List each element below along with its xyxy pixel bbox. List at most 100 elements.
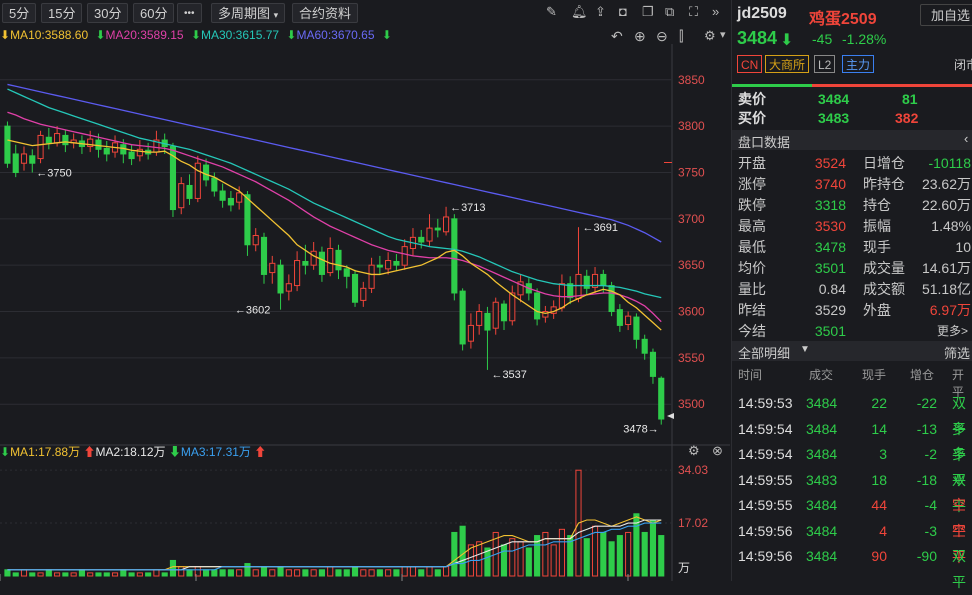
stat-label: 成交量 (863, 260, 905, 276)
camera-icon[interactable]: ◘ (619, 4, 627, 19)
volume-bar (277, 566, 284, 577)
panel-header: 盘口数据 ‹ (732, 130, 972, 150)
draw-pen-icon[interactable]: ✎ (546, 4, 557, 20)
stat-label: 持仓 (863, 197, 891, 213)
detail-title[interactable]: 全部明细 (738, 343, 790, 362)
volume-bar (451, 531, 458, 577)
ma30-line (7, 88, 662, 299)
stats-row: 跌停 3318 持仓 22.60万 (732, 195, 972, 216)
filter-button[interactable]: 筛选 (944, 343, 970, 362)
trade-cell: 14:59:54 (738, 446, 793, 462)
volume-bar (111, 572, 119, 577)
stat-label: 今结 (738, 323, 766, 339)
detail-header: 全部明细 ▼ 筛选 (732, 341, 972, 361)
candle-body (269, 262, 276, 274)
ma20-arrow-icon: ⬇ (95, 28, 106, 42)
volume-bar (260, 566, 268, 577)
chart-type-icon[interactable]: ⫿ (679, 28, 683, 45)
period-15min-button[interactable]: 15分 (41, 3, 83, 23)
stat-label: 成交额 (863, 281, 905, 297)
vol-ma2-arrow-icon: ⬆ (83, 445, 96, 459)
candle-series (4, 121, 665, 425)
trade-cell: -3 (924, 522, 937, 539)
price-change: -45 (812, 31, 833, 47)
fit-screen-icon[interactable]: ⛶ (689, 4, 698, 20)
volume-bar (87, 572, 94, 577)
stat-value: 3524 (814, 155, 846, 171)
candle-body (20, 153, 28, 164)
volume-settings-icon[interactable]: ⚙ (688, 443, 700, 459)
indicator-dropdown-icon[interactable]: ▾ (720, 28, 726, 41)
detail-dropdown-icon[interactable]: ▼ (800, 344, 810, 355)
volume-bar (443, 566, 450, 577)
stats-row: 开盘 3524 日增仓 -10118 (732, 153, 972, 174)
trade-cell: -13 (916, 420, 937, 437)
trade-cell: 22 (871, 395, 887, 411)
multi-period-button[interactable]: 多周期图 ▾ (211, 3, 286, 23)
undo-icon[interactable]: ↶ (611, 28, 623, 45)
trade-cell: 3484 (806, 548, 838, 564)
price-tick-label: 3750 (678, 165, 705, 179)
candle-body (459, 290, 466, 345)
stat-value: 3529 (814, 302, 846, 318)
volume-bar (376, 569, 383, 577)
volume-bar (616, 535, 623, 577)
period-30min-button[interactable]: 30分 (87, 3, 129, 23)
candle-body (658, 377, 665, 420)
volume-bar (211, 569, 218, 577)
stat-value: 0.84 (818, 281, 846, 297)
stat-label: 外盘 (863, 302, 891, 318)
add-watchlist-button[interactable]: 加自选 (920, 4, 972, 26)
export-icon[interactable]: ⇪ (595, 4, 606, 20)
trade-cell: 3484 (806, 395, 838, 411)
collapse-panel-icon[interactable]: » (712, 4, 719, 19)
stat-label: 跌停 (738, 197, 766, 213)
price-annotation: ←3750 (36, 167, 71, 179)
zoom-in-icon[interactable]: ⊕ (634, 28, 646, 45)
trade-cell: -2 (924, 446, 937, 462)
stats-row: 昨结 3529 外盘 6.97万 (732, 300, 972, 321)
volume-legend: ⬇MA1:17.88万 ⬆MA2:18.12万 ⬇MA3:17.31万 ⬆ (0, 443, 300, 459)
price-annotation: ←3537 (491, 369, 526, 381)
ask-row: 卖价 3484 81 (738, 91, 918, 107)
panel-expand-icon[interactable]: ‹ (964, 131, 968, 146)
trade-row: 14:59:55 3483 18 -18 双平 (732, 467, 972, 514)
stat-label: 更多> (937, 324, 969, 338)
trade-cell: 14:59:56 (738, 548, 793, 564)
candle-body (500, 303, 508, 322)
stat-label: 振幅 (863, 218, 891, 234)
volume-bar (368, 569, 375, 577)
bell-icon[interactable]: 🔔︎ (571, 4, 588, 20)
stat-value: 3530 (814, 218, 846, 234)
copy-icon[interactable]: ❐ (642, 4, 654, 20)
settings-icon[interactable]: ⚙ (704, 28, 716, 44)
volume-bar (385, 569, 392, 577)
market-status: 闭市 (954, 58, 972, 72)
overlay-icon[interactable]: ⧉ (665, 4, 674, 20)
trade-cell: 双平 (952, 548, 966, 590)
more-periods-button[interactable]: ••• (177, 3, 202, 23)
candle-body (443, 216, 450, 233)
panel-title: 盘口数据 (738, 135, 791, 150)
ma60-arrow-icon: ⬇ (286, 28, 297, 42)
kline-chart[interactable]: 38503800375037003650360035503500 ←3750←3… (0, 44, 730, 581)
candle-body (294, 260, 301, 287)
contract-info-button[interactable]: 合约资料 (292, 3, 359, 23)
volume-bar (343, 569, 350, 577)
chart-toolbar: 5分 15分 30分 60分 ••• 多周期图 ▾ 合约资料 ✎ 🔔︎ ⇪ ◘ … (0, 0, 730, 26)
volume-bar (136, 572, 143, 577)
period-5min-button[interactable]: 5分 (2, 3, 37, 23)
volume-bar (145, 572, 152, 577)
vol-ma3-value: MA3:17.31万 (180, 445, 251, 459)
vol-ma1-value: MA1:17.88万 (10, 445, 81, 459)
candle-body (649, 351, 657, 377)
trade-cell: 18 (871, 471, 887, 488)
volume-bar (294, 569, 301, 577)
trade-cell: 14:59:55 (738, 497, 793, 513)
zoom-out-icon[interactable]: ⊖ (656, 28, 668, 45)
volume-bar (236, 569, 243, 577)
period-60min-button[interactable]: 60分 (133, 3, 175, 23)
vol-ma3-trend-arrow-icon: ⬆ (254, 445, 267, 459)
stats-row: 量比 0.84 成交额 51.18亿 (732, 279, 972, 300)
volume-close-icon[interactable]: ⊗ (712, 443, 723, 459)
